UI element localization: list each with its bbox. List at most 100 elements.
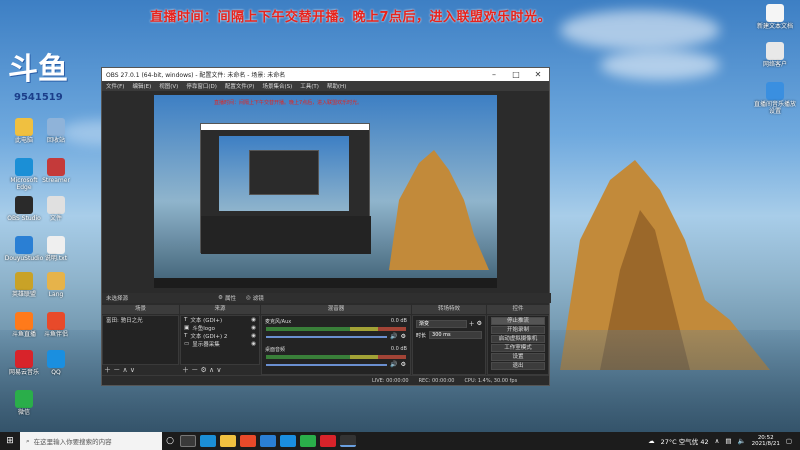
speaker-icon[interactable]: 🔊	[390, 333, 397, 340]
taskbar-search[interactable]: ⌕ 在这里输入你要搜索的内容	[20, 432, 162, 450]
source-item[interactable]: ▣ 斗鱼logo ◉	[181, 324, 259, 332]
stop-streaming-button[interactable]: 停止推流	[491, 317, 545, 325]
wechat-taskbar-icon[interactable]	[300, 435, 316, 447]
desktop-icon-label: 斗鱼伴侣	[43, 331, 68, 338]
weather-text[interactable]: 27°C 空气优 42	[661, 436, 709, 446]
settings-button[interactable]: 设置	[491, 353, 545, 361]
search-icon: ⌕	[26, 436, 30, 445]
desktop-volume-slider[interactable]	[266, 363, 388, 366]
scenes-list[interactable]: 富田: 驰日之光	[102, 315, 179, 365]
rec-timer: REC: 00:00:00	[418, 377, 455, 384]
down-icon[interactable]: ∨	[216, 366, 221, 374]
windows-start-icon[interactable]: ⊞	[0, 436, 20, 446]
desktop-icon[interactable]: 微信	[3, 390, 45, 417]
gear-icon[interactable]: ⚙	[401, 333, 406, 340]
add-icon[interactable]: ＋	[182, 366, 189, 374]
desktop-icon[interactable]: 文件	[35, 196, 77, 223]
desktop-icon[interactable]: 说明.txt	[35, 236, 77, 263]
obs-titlebar[interactable]: OBS 27.0.1 (64-bit, windows) - 配置文件: 未命名…	[102, 68, 549, 81]
app-icon	[47, 272, 65, 290]
desktop-icon[interactable]: 斗鱼伴侣	[35, 312, 77, 339]
system-tray: ☁ 27°C 空气优 42 ∧ ▤ 🔈 20:52 2021/8/21 ▢	[648, 435, 800, 447]
up-icon[interactable]: ∧	[209, 366, 214, 374]
obs-taskbar-icon[interactable]	[340, 435, 356, 447]
gear-icon[interactable]: ⚙	[218, 295, 223, 301]
duration-row: 时长 300 ms	[416, 331, 482, 339]
sources-list[interactable]: T 文本 (GDI+) ◉ ▣ 斗鱼logo ◉ T 文本 (GDI+) 2 ◉ ▭ 显示器采…	[180, 315, 260, 365]
gear-icon[interactable]: ⚙	[401, 361, 406, 368]
preview-banner: 直播时间：间隔上下午交替开播。晚上7点后，进入联盟欢乐时光。	[214, 100, 363, 106]
source-item[interactable]: ▭ 显示器采集 ◉	[181, 340, 259, 348]
no-source-label: 未选择源	[106, 296, 129, 302]
virtual-camera-button[interactable]: 启动虚拟摄像机	[491, 335, 545, 343]
notification-icon[interactable]: ▢	[786, 437, 792, 445]
file-icon	[766, 82, 784, 100]
eye-icon[interactable]: ◉	[251, 341, 259, 347]
preview-obs-window	[200, 123, 371, 254]
filter-icon[interactable]: ◎	[246, 295, 251, 301]
desktop-icon[interactable]: Lang	[35, 272, 77, 299]
volume-icon[interactable]: 🔈	[738, 437, 746, 445]
source-item[interactable]: T 文本 (GDI+) 2 ◉	[181, 332, 259, 340]
source-toolbar: 未选择源 ⚙ 属性 ◎ 滤镜	[102, 293, 551, 303]
studio-mode-button[interactable]: 工作室模式	[491, 344, 545, 352]
add-icon[interactable]: ＋	[469, 319, 475, 328]
task-view-icon[interactable]	[180, 435, 196, 447]
weather-icon[interactable]: ☁	[648, 437, 655, 445]
qq-taskbar-icon[interactable]	[280, 435, 296, 447]
menu-profile[interactable]: 配置文件(P)	[225, 82, 255, 90]
source-item[interactable]: T 文本 (GDI+) ◉	[181, 316, 259, 324]
cortana-icon[interactable]: ○	[162, 436, 178, 446]
remove-icon[interactable]: －	[113, 366, 120, 374]
eye-icon[interactable]: ◉	[251, 317, 259, 323]
close-icon[interactable]: ✕	[527, 70, 549, 79]
app-icon	[47, 196, 65, 214]
desktop-icon[interactable]: QQ	[35, 350, 77, 377]
menu-docks[interactable]: 停靠窗口(D)	[186, 82, 217, 90]
taskbar-clock[interactable]: 20:52 2021/8/21	[752, 435, 780, 447]
menu-view[interactable]: 视图(V)	[159, 82, 178, 90]
menu-help[interactable]: 帮助(H)	[327, 82, 346, 90]
speaker-icon[interactable]: 🔊	[390, 361, 397, 368]
desktop-volume-row: 🔊 ⚙	[266, 361, 406, 368]
down-icon[interactable]: ∨	[130, 366, 135, 374]
source-list-controls: ＋ － ⚙ ∧ ∨	[182, 365, 221, 375]
scene-item[interactable]: 富田: 驰日之光	[103, 316, 178, 324]
add-icon[interactable]: ＋	[104, 366, 111, 374]
app-icon	[15, 158, 33, 176]
eye-icon[interactable]: ◉	[251, 325, 259, 331]
menu-tools[interactable]: 工具(T)	[300, 82, 319, 90]
up-icon[interactable]: ∧	[122, 366, 127, 374]
obs-preview[interactable]: 直播时间：间隔上下午交替开播。晚上7点后，进入联盟欢乐时光。	[154, 95, 497, 288]
filters-button[interactable]: 滤镜	[253, 294, 264, 302]
network-icon[interactable]: ▤	[725, 437, 731, 445]
transition-select[interactable]: 渐变	[416, 319, 467, 328]
gear-icon[interactable]: ⚙	[477, 320, 482, 327]
obs-window[interactable]: OBS 27.0.1 (64-bit, windows) - 配置文件: 未命名…	[101, 67, 551, 386]
desktop-icon[interactable]: 网络客户	[754, 42, 796, 69]
eye-icon[interactable]: ◉	[251, 333, 259, 339]
desktop-icon[interactable]: 直播间音乐播放设置	[754, 82, 796, 116]
properties-button[interactable]: 属性	[225, 294, 236, 302]
scene-list-controls: ＋ － ∧ ∨	[104, 365, 135, 375]
menu-edit[interactable]: 编辑(E)	[132, 82, 151, 90]
start-recording-button[interactable]: 开始录制	[491, 326, 545, 334]
store-taskbar-icon[interactable]	[240, 435, 256, 447]
maximize-icon[interactable]: □	[505, 70, 527, 79]
mic-volume-slider[interactable]	[266, 335, 388, 338]
explorer-taskbar-icon[interactable]	[220, 435, 236, 447]
edge-taskbar-icon[interactable]	[200, 435, 216, 447]
menu-file[interactable]: 文件(F)	[106, 82, 124, 90]
remove-icon[interactable]: －	[191, 366, 198, 374]
music-taskbar-icon[interactable]	[320, 435, 336, 447]
chevron-up-icon[interactable]: ∧	[715, 437, 720, 445]
minimize-icon[interactable]: –	[483, 70, 505, 79]
douyu-taskbar-icon[interactable]	[260, 435, 276, 447]
desktop-icon[interactable]: 回收站	[35, 118, 77, 145]
desktop-icon[interactable]: Streamer	[35, 158, 77, 185]
exit-button[interactable]: 退出	[491, 362, 545, 370]
desktop-icon[interactable]: 新建文本文档	[754, 4, 796, 31]
gear-icon[interactable]: ⚙	[200, 366, 206, 374]
menu-scene-collection[interactable]: 场景集合(S)	[262, 82, 292, 90]
duration-input[interactable]: 300 ms	[429, 331, 482, 339]
